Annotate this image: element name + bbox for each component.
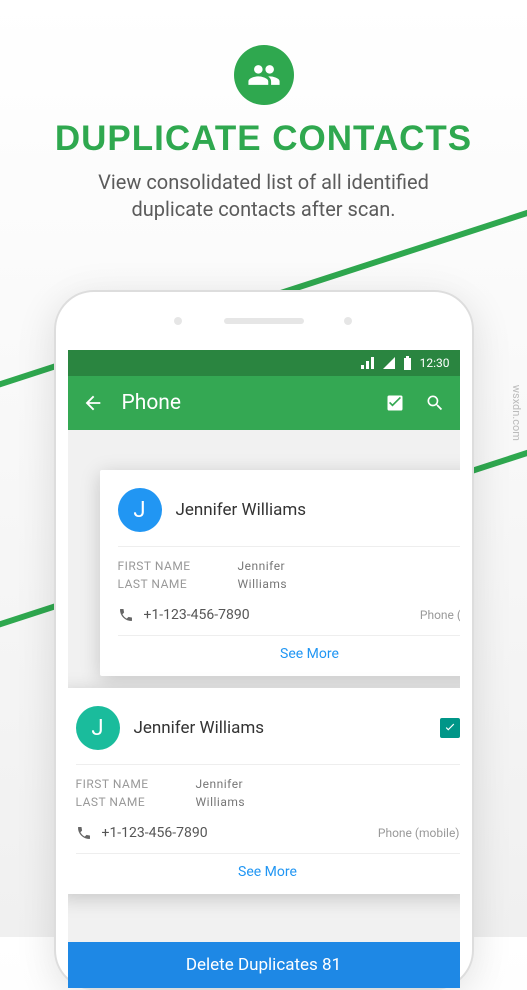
card-header: J Jennifer Williams: [118, 488, 460, 532]
contact-name: Jennifer Williams: [134, 718, 426, 738]
field-value: Jennifer: [238, 559, 286, 573]
contact-card[interactable]: J Jennifer Williams FIRST NAME Jennifer …: [100, 470, 460, 676]
see-more-button[interactable]: See More: [118, 635, 460, 664]
phone-speaker: [224, 318, 304, 324]
app-bar-title: Phone: [122, 391, 366, 415]
avatar: J: [76, 706, 120, 750]
page-title: DUPLICATE CONTACTS: [0, 119, 527, 159]
select-all-checkbox[interactable]: [384, 392, 406, 414]
select-contact-checkbox[interactable]: [440, 718, 460, 738]
signal-icon: [361, 357, 375, 369]
field-value: Williams: [196, 795, 246, 809]
delete-duplicates-button[interactable]: Delete Duplicates 81: [68, 942, 460, 988]
status-bar: 12:30: [68, 350, 460, 376]
field-label: FIRST NAME: [76, 777, 196, 791]
phone-number: +1-123-456-7890: [144, 607, 250, 623]
field-row: LAST NAME Williams: [118, 575, 460, 593]
avatar: J: [118, 488, 162, 532]
subtitle-line: View consolidated list of all identified: [98, 170, 429, 194]
divider: [76, 764, 460, 765]
card-header: J Jennifer Williams: [76, 706, 460, 750]
battery-icon: [403, 356, 412, 370]
phone-mockup: 12:30 Phone J Jennifer Williams FIRST NA…: [54, 290, 474, 990]
phone-row: +1-123-456-7890 Phone (mobile): [76, 825, 460, 841]
see-more-button[interactable]: See More: [76, 853, 460, 882]
phone-sensor: [344, 317, 352, 325]
divider: [118, 546, 460, 547]
field-label: LAST NAME: [118, 577, 238, 591]
contacts-group-icon: [234, 45, 294, 105]
phone-icon: [118, 607, 134, 623]
phone-screen: 12:30 Phone J Jennifer Williams FIRST NA…: [68, 350, 460, 988]
status-time: 12:30: [420, 356, 450, 370]
watermark: wsxdn.com: [510, 384, 523, 440]
field-row: LAST NAME Williams: [76, 793, 460, 811]
field-row: FIRST NAME Jennifer: [118, 557, 460, 575]
field-value: Williams: [238, 577, 288, 591]
contact-card[interactable]: J Jennifer Williams FIRST NAME Jennifer …: [68, 688, 460, 894]
network-icon: [383, 357, 395, 369]
phone-number: +1-123-456-7890: [102, 825, 208, 841]
field-value: Jennifer: [196, 777, 244, 791]
phone-type: Phone (mobile): [378, 826, 460, 840]
page-subtitle: View consolidated list of all identified…: [0, 169, 527, 223]
phone-icon: [76, 825, 92, 841]
field-row: FIRST NAME Jennifer: [76, 775, 460, 793]
promo-header: DUPLICATE CONTACTS View consolidated lis…: [0, 0, 527, 223]
field-label: LAST NAME: [76, 795, 196, 809]
phone-type: Phone (mobile): [420, 608, 460, 622]
subtitle-line: duplicate contacts after scan.: [131, 197, 395, 221]
phone-camera: [174, 317, 182, 325]
field-label: FIRST NAME: [118, 559, 238, 573]
phone-row: +1-123-456-7890 Phone (mobile): [118, 607, 460, 623]
back-arrow-icon[interactable]: [82, 392, 104, 414]
app-bar: Phone: [68, 376, 460, 430]
search-icon[interactable]: [424, 392, 446, 414]
contact-name: Jennifer Williams: [176, 500, 460, 520]
